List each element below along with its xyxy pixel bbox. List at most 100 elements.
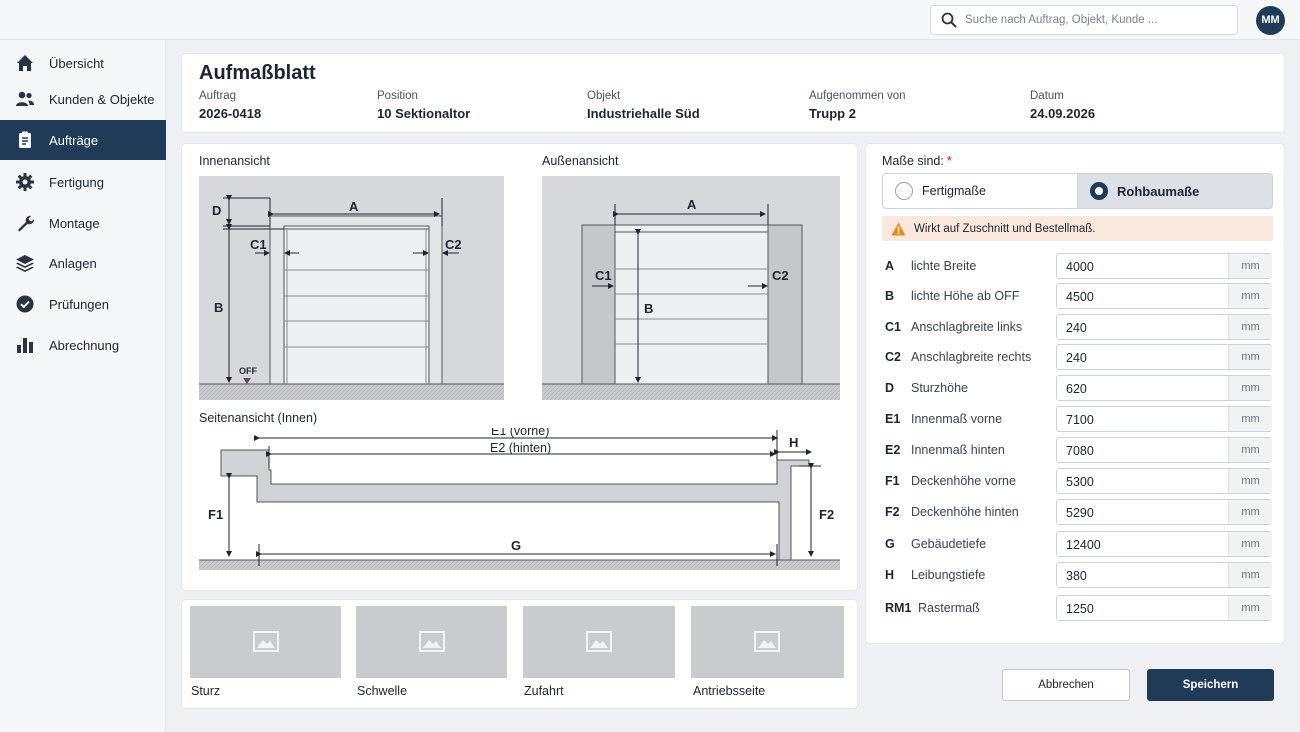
top-bar: Suche nach Auftrag, Objekt, Kunde ... MM — [0, 0, 1300, 40]
dim-label-a: A — [349, 199, 359, 214]
measure-input-c1[interactable]: 240 mm — [1056, 314, 1272, 340]
measure-input-d[interactable]: 620 mm — [1056, 375, 1272, 401]
measure-name: Gebäudetiefe — [911, 537, 987, 551]
measure-value[interactable]: 240 — [1066, 321, 1087, 335]
photo-slot-zufahrt[interactable] — [523, 606, 675, 678]
meta-label: Objekt — [587, 90, 621, 102]
measure-value[interactable]: 380 — [1066, 569, 1087, 583]
measure-key: H — [885, 568, 895, 582]
outer-view-drawing: A B C1 C2 — [542, 176, 840, 400]
outer-view-title: Außenansicht — [542, 154, 619, 168]
bar-chart-icon — [15, 335, 35, 355]
photo-slot-sturz[interactable] — [190, 606, 341, 678]
dim-label-f2: F2 — [819, 507, 834, 522]
sidebar-item-kunden[interactable]: Kunden & Objekte — [0, 79, 166, 119]
side-view-title: Seitenansicht (Innen) — [199, 411, 318, 425]
sidebar-item-fertigung[interactable]: Fertigung — [0, 162, 166, 202]
home-icon — [15, 53, 35, 73]
measure-row-e1: E1 Innenmaß vorne 7100 mm — [866, 406, 1284, 432]
search-box[interactable]: Suche nach Auftrag, Objekt, Kunde ... — [930, 5, 1238, 35]
radio-selected[interactable] — [1090, 182, 1108, 200]
measure-name: Sturzhöhe — [911, 381, 968, 395]
measure-value[interactable]: 12400 — [1066, 538, 1101, 552]
measure-input-c2[interactable]: 240 mm — [1056, 344, 1272, 370]
measure-value[interactable]: 7080 — [1066, 444, 1094, 458]
measure-value[interactable]: 4500 — [1066, 290, 1094, 304]
measure-input-f2[interactable]: 5290 mm — [1056, 499, 1272, 525]
mode-label: Maße sind: * — [882, 154, 952, 168]
warning-banner: Wirkt auf Zuschnitt und Bestellmaß. — [882, 216, 1273, 241]
measure-key: A — [885, 259, 895, 273]
image-icon — [754, 631, 780, 652]
measure-name: Anschlagbreite rechts — [911, 350, 1032, 364]
off-label: OFF — [239, 366, 257, 376]
gear-icon — [15, 172, 35, 192]
header-card: Aufmaßblatt Auftrag 2026-0418 Position 1… — [182, 54, 1284, 132]
sidebar-item-pruefungen[interactable]: Prüfungen — [0, 284, 166, 324]
meta-label: Auftrag — [199, 90, 237, 102]
cancel-button[interactable]: Abbrechen — [1002, 669, 1130, 701]
required-mark: * — [946, 154, 952, 168]
warning-text: Wirkt auf Zuschnitt und Bestellmaß. — [914, 222, 1096, 235]
measure-input-h[interactable]: 380 mm — [1056, 562, 1272, 588]
measure-key: C1 — [885, 320, 901, 334]
meta-aufgenommen: Aufgenommen von Trupp 2 — [809, 90, 906, 121]
sidebar-item-auftraege[interactable]: Aufträge — [0, 120, 166, 160]
measure-input-f1[interactable]: 5300 mm — [1056, 468, 1272, 494]
sidebar-item-abrechnung[interactable]: Abrechnung — [0, 325, 166, 365]
measure-row-e2: E2 Innenmaß hinten 7080 mm — [866, 437, 1284, 463]
measure-value[interactable]: 7100 — [1066, 413, 1094, 427]
search-input[interactable]: Suche nach Auftrag, Objekt, Kunde ... — [965, 14, 1157, 26]
photo-label: Schwelle — [357, 684, 408, 698]
option-rohbaumasse[interactable]: Rohbaumaße — [1077, 174, 1272, 208]
meta-label: Datum — [1030, 90, 1064, 102]
photo-label: Zufahrt — [524, 684, 564, 698]
measure-row-b: Blichte Höhe ab OFF 4500 mm — [866, 283, 1284, 309]
sidebar-item-uebersicht[interactable]: Übersicht — [0, 43, 166, 83]
save-button[interactable]: Speichern — [1147, 669, 1274, 701]
measure-value[interactable]: 5290 — [1066, 506, 1094, 520]
photo-slot-antriebsseite[interactable] — [691, 606, 844, 678]
clipboard-icon — [15, 130, 35, 150]
measure-input-b[interactable]: 4500 mm — [1056, 283, 1272, 309]
measure-value[interactable]: 5300 — [1066, 475, 1094, 489]
measure-row-h: H Leibungstiefe 380 mm — [866, 562, 1284, 588]
dim-label-c2: C2 — [445, 237, 462, 252]
sidebar-item-label: Abrechnung — [49, 337, 120, 353]
photo-slot-schwelle[interactable] — [356, 606, 507, 678]
avatar[interactable]: MM — [1256, 6, 1285, 35]
measure-key: F2 — [885, 505, 900, 519]
meta-auftrag: Auftrag 2026-0418 — [199, 90, 261, 121]
radio-unselected[interactable] — [895, 182, 913, 200]
measure-input-rm1[interactable]: 1250 mm — [1056, 595, 1272, 621]
users-icon — [15, 89, 35, 109]
option-label: Rohbaumaße — [1117, 183, 1200, 199]
dim-label-a: A — [687, 197, 697, 212]
measure-input-a[interactable]: 4000 mm — [1056, 253, 1272, 279]
measure-value[interactable]: 4000 — [1066, 260, 1094, 274]
measure-key: E2 — [885, 443, 901, 457]
measure-input-e1[interactable]: 7100 mm — [1056, 406, 1272, 432]
measure-input-g[interactable]: 12400 mm — [1056, 531, 1272, 557]
measure-value[interactable]: 240 — [1066, 351, 1087, 365]
unit-label: mm — [1228, 315, 1272, 339]
layers-icon — [15, 253, 35, 273]
measure-value[interactable]: 1250 — [1066, 602, 1094, 616]
measure-input-e2[interactable]: 7080 mm — [1056, 437, 1272, 463]
sidebar-item-anlagen[interactable]: Anlagen — [0, 243, 166, 283]
side-view-drawing: E1 (vorne) E2 (hinten) H F1 F2 G — [199, 428, 840, 570]
measure-name: Innenmaß vorne — [911, 412, 1003, 426]
image-icon — [586, 631, 612, 652]
sidebar-item-montage[interactable]: Montage — [0, 203, 166, 243]
sidebar-item-label: Prüfungen — [49, 296, 109, 312]
measure-row-a: Alichte Breite 4000 mm — [866, 253, 1284, 279]
measure-value[interactable]: 620 — [1066, 382, 1087, 396]
unit-label: mm — [1228, 500, 1272, 524]
measure-name: Innenmaß hinten — [911, 443, 1005, 457]
dim-label-c1: C1 — [595, 268, 612, 283]
meta-objekt: Objekt Industriehalle Süd — [587, 90, 700, 121]
option-fertigmasse[interactable]: Fertigmaße — [883, 174, 1077, 208]
unit-label: mm — [1228, 254, 1272, 278]
measure-key: RM1 — [885, 601, 912, 615]
meta-position: Position 10 Sektionaltor — [377, 90, 470, 121]
